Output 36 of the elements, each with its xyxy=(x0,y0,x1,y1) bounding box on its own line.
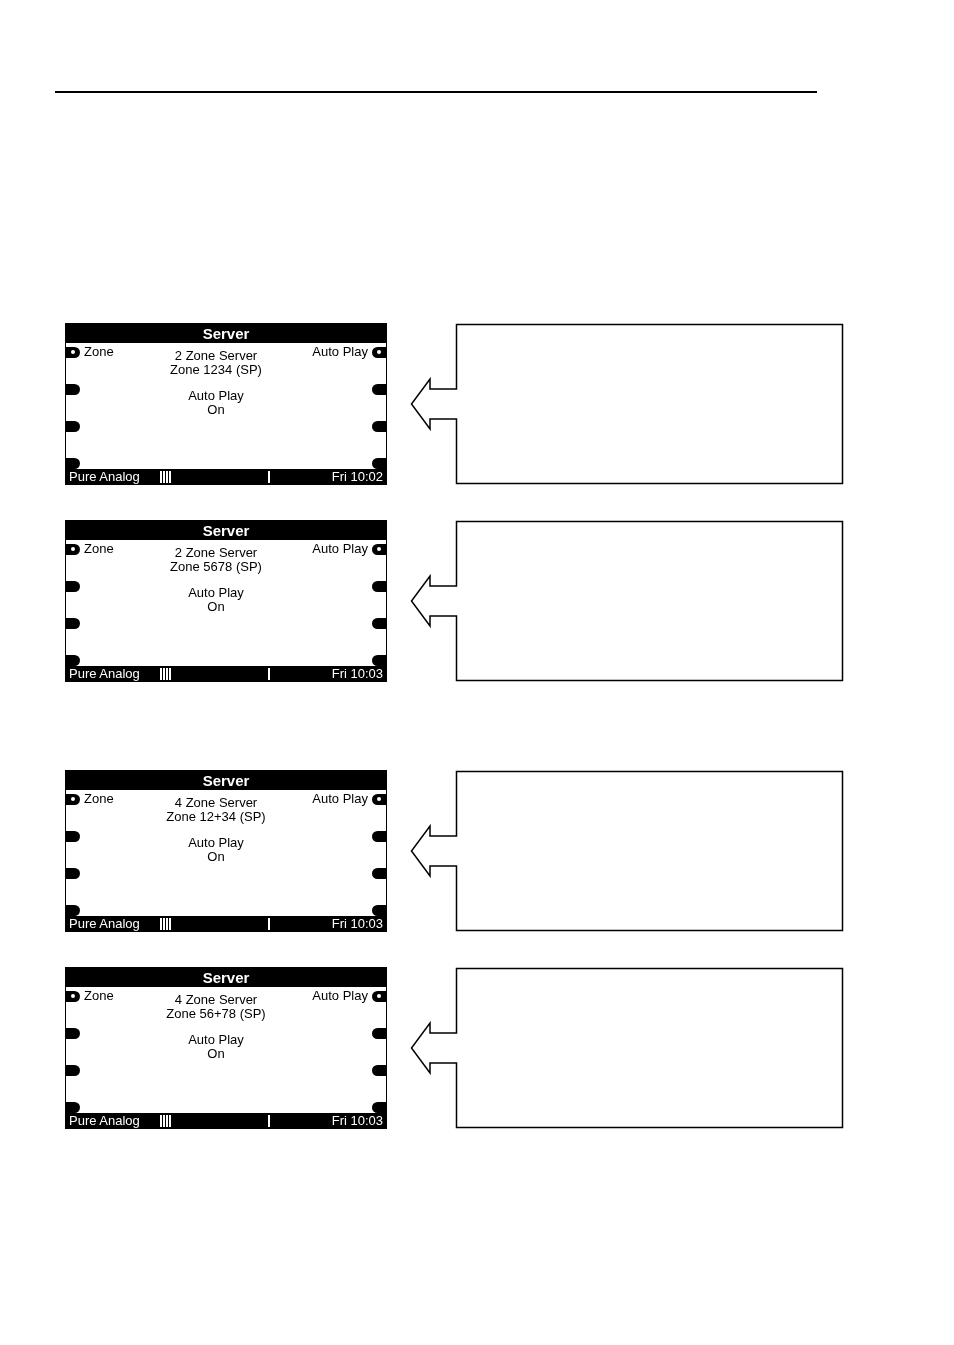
source-text: Pure Analog xyxy=(69,469,140,484)
screen-title: Server xyxy=(66,521,386,540)
setting-text: On xyxy=(206,600,225,614)
info-text: 2 Zone Server xyxy=(173,546,259,560)
setting-text: Auto Play xyxy=(187,836,245,850)
clock-text: Fri 10:03 xyxy=(331,666,383,681)
key-label: Zone xyxy=(84,542,114,556)
setting-text: Auto Play xyxy=(187,586,245,600)
screen-title: Server xyxy=(66,771,386,790)
info-text: 2 Zone Server xyxy=(173,349,259,363)
setting-text: On xyxy=(206,1047,225,1061)
key-label: Auto Play xyxy=(312,542,368,556)
source-text: Pure Analog xyxy=(69,1113,140,1128)
info-text: Zone 12+34 (SP) xyxy=(165,810,267,824)
key-label: Zone xyxy=(84,345,114,359)
key-label: Auto Play xyxy=(312,792,368,806)
setting-text: Auto Play xyxy=(187,389,245,403)
screen-title: Server xyxy=(66,324,386,343)
info-text: Zone 5678 (SP) xyxy=(169,560,263,574)
info-text: 4 Zone Server xyxy=(173,993,259,1007)
clock-text: Fri 10:03 xyxy=(331,916,383,931)
info-text: 4 Zone Server xyxy=(173,796,259,810)
clock-text: Fri 10:03 xyxy=(331,1113,383,1128)
key-label: Auto Play xyxy=(312,345,368,359)
setting-text: On xyxy=(206,403,225,417)
setting-text: On xyxy=(206,850,225,864)
key-label: Auto Play xyxy=(312,989,368,1003)
clock-text: Fri 10:02 xyxy=(331,469,383,484)
key-label: Zone xyxy=(84,792,114,806)
info-text: Zone 1234 (SP) xyxy=(169,363,263,377)
screen-title: Server xyxy=(66,968,386,987)
info-text: Zone 56+78 (SP) xyxy=(165,1007,267,1021)
key-label: Zone xyxy=(84,989,114,1003)
setting-text: Auto Play xyxy=(187,1033,245,1047)
source-text: Pure Analog xyxy=(69,666,140,681)
source-text: Pure Analog xyxy=(69,916,140,931)
